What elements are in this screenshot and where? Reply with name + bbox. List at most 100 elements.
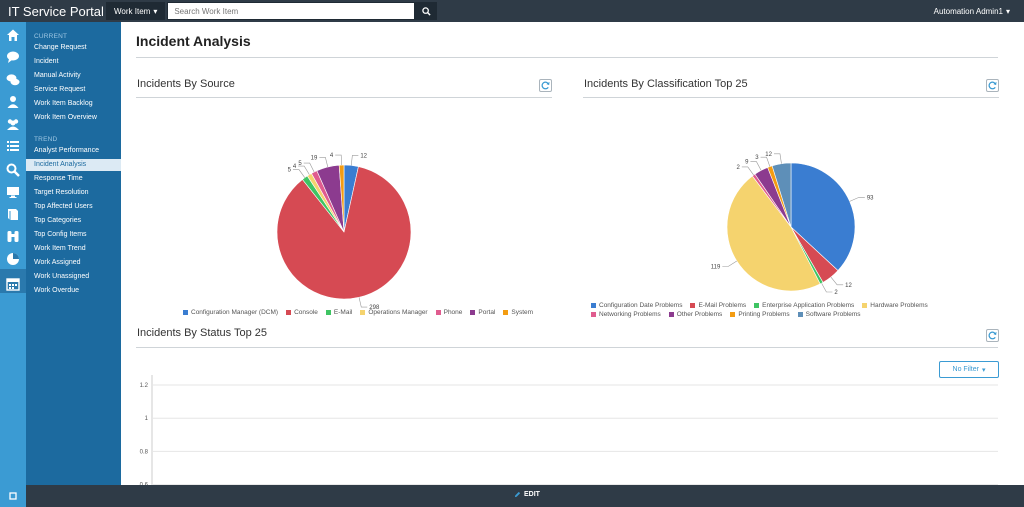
pie1-data-label-2: 2 xyxy=(834,290,838,296)
search-icon[interactable] xyxy=(5,162,21,178)
bottom-bar: EDIT xyxy=(0,485,1024,507)
main-content: Incident Analysis Incidents By Source In… xyxy=(121,22,1024,485)
caret-down-icon: ▾ xyxy=(1005,6,1010,16)
user-icon[interactable] xyxy=(5,94,21,110)
list-icon[interactable] xyxy=(5,138,21,154)
legend0-label-1: Console xyxy=(294,309,318,316)
sidebar-item-analyst-performance[interactable]: Analyst Performance xyxy=(26,145,121,157)
refresh-button-by-status[interactable] xyxy=(986,329,999,342)
legend0-item-6[interactable]: System xyxy=(503,309,533,316)
legend1-swatch-3 xyxy=(862,303,868,308)
refresh-icon xyxy=(988,331,997,340)
legend1-item-3[interactable]: Hardware Problems xyxy=(862,302,928,309)
refresh-icon xyxy=(988,81,997,90)
legend0-item-1[interactable]: Console xyxy=(286,309,318,316)
square-icon xyxy=(9,492,17,500)
panel-title-by-classification: Incidents By Classification Top 25 xyxy=(584,78,748,90)
legend0-item-5[interactable]: Portal xyxy=(470,309,495,316)
status-bar-chart: 0.60.811.2 xyxy=(140,375,998,485)
sidebar-item-top-config-items[interactable]: Top Config Items xyxy=(26,229,121,241)
pie1-data-label-0: 93 xyxy=(867,195,874,201)
panel-title-by-source: Incidents By Source xyxy=(137,78,235,90)
search-button[interactable] xyxy=(415,2,438,20)
legend1-item-0[interactable]: Configuration Date Problems xyxy=(591,302,682,309)
sidebar-item-work-assigned[interactable]: Work Assigned xyxy=(26,257,121,269)
caret-down-icon: ▾ xyxy=(981,366,986,374)
sidebar-item-service-request[interactable]: Service Request xyxy=(26,84,121,96)
legend1-label-5: Other Problems xyxy=(676,311,723,318)
edit-button[interactable]: EDIT xyxy=(514,491,540,498)
home-icon[interactable] xyxy=(5,27,21,43)
comment-icon[interactable] xyxy=(5,49,21,65)
pie1-data-label-3: 119 xyxy=(711,264,721,270)
refresh-button-by-classification[interactable] xyxy=(986,79,999,92)
legend0-label-6: System xyxy=(511,309,534,316)
legend1-item-2[interactable]: Enterprise Application Problems xyxy=(754,302,854,309)
sidebar-item-target-resolution[interactable]: Target Resolution xyxy=(26,187,121,199)
legend1-item-5[interactable]: Other Problems xyxy=(668,311,723,318)
sidebar-item-response-time[interactable]: Response Time xyxy=(26,173,121,185)
panel-toggle-button[interactable] xyxy=(0,485,26,507)
pie1-data-label-1: 12 xyxy=(845,283,852,289)
pie1-label-line-1 xyxy=(830,276,844,286)
pie1-label-line-5 xyxy=(750,161,762,171)
edit-label: EDIT xyxy=(524,491,540,498)
panel-divider-by-source xyxy=(136,97,552,98)
legend0-swatch-2 xyxy=(325,310,331,315)
legend1-swatch-4 xyxy=(591,312,596,317)
legend0-label-5: Portal xyxy=(478,309,496,316)
sidebar-item-incident-analysis[interactable]: Incident Analysis xyxy=(26,159,121,171)
title-divider xyxy=(136,57,998,58)
search-input[interactable] xyxy=(167,2,416,20)
pie1-label-line-0 xyxy=(849,197,865,202)
legend1-item-6[interactable]: Printing Problems xyxy=(730,311,790,318)
legend0-item-3[interactable]: Operations Manager xyxy=(360,309,428,316)
sidebar-item-work-item-overview[interactable]: Work Item Overview xyxy=(26,112,121,124)
page-title: Incident Analysis xyxy=(136,33,251,49)
legend1-label-6: Printing Problems xyxy=(738,311,790,318)
legend0-item-2[interactable]: E-Mail xyxy=(325,309,352,316)
legend0-label-4: Phone xyxy=(443,309,463,316)
refresh-button-by-source[interactable] xyxy=(539,79,552,92)
pie0-data-label-2: 5 xyxy=(288,168,292,174)
sidebar-item-work-item-trend[interactable]: Work Item Trend xyxy=(26,243,121,255)
sidebar-item-incident[interactable]: Incident xyxy=(26,56,121,68)
legend1-swatch-7 xyxy=(797,312,803,317)
pie0-label-line-2 xyxy=(292,169,306,178)
monitor-icon[interactable] xyxy=(5,184,21,200)
sidebar-item-manual-activity[interactable]: Manual Activity xyxy=(26,70,121,82)
pie1-data-label-7: 12 xyxy=(765,152,772,158)
legend0-item-0[interactable]: Configuration Manager (DCM) xyxy=(183,309,278,316)
sidebar-item-top-affected-users[interactable]: Top Affected Users xyxy=(26,201,121,213)
sidebar-item-work-overdue[interactable]: Work Overdue xyxy=(26,285,121,297)
sidebar-item-top-categories[interactable]: Top Categories xyxy=(26,215,121,227)
icon-rail xyxy=(0,22,26,485)
users-icon[interactable] xyxy=(5,116,21,132)
y-tick-label-2: 1 xyxy=(145,416,149,422)
legend-by-classification: Configuration Date Problems E-Mail Proble… xyxy=(591,302,1001,318)
pie0-data-label-0: 12 xyxy=(360,153,367,159)
sidebar-item-work-unassigned[interactable]: Work Unassigned xyxy=(26,271,121,283)
legend0-item-4[interactable]: Phone xyxy=(435,309,463,316)
sidebar-item-work-item-backlog[interactable]: Work Item Backlog xyxy=(26,98,121,110)
legend0-swatch-6 xyxy=(503,310,509,315)
pie1-label-line-7 xyxy=(773,153,782,164)
legend1-item-4[interactable]: Networking Problems xyxy=(591,311,661,318)
legend0-swatch-4 xyxy=(435,310,441,315)
legend1-label-1: E-Mail Problems xyxy=(698,302,747,309)
legend1-swatch-5 xyxy=(668,312,674,317)
user-menu[interactable]: Automation Admin1 ▾ xyxy=(934,0,1010,22)
book-icon[interactable] xyxy=(5,206,21,222)
legend1-item-7[interactable]: Software Problems xyxy=(797,311,861,318)
pie1-data-label-4: 2 xyxy=(736,165,740,171)
work-item-dropdown[interactable]: Work Item ▾ xyxy=(106,2,166,20)
sidebar-item-change-request[interactable]: Change Request xyxy=(26,42,121,54)
comments-icon[interactable] xyxy=(5,72,21,88)
brand-title[interactable]: IT Service Portal xyxy=(0,4,104,19)
binoculars-icon[interactable] xyxy=(5,228,21,244)
calendar-icon[interactable] xyxy=(5,276,21,292)
pie-chart-icon[interactable] xyxy=(5,251,21,267)
pie-charts: 1229854519 49312211929312 xyxy=(276,152,874,311)
user-name: Automation Admin1 xyxy=(933,6,1003,16)
legend1-item-1[interactable]: E-Mail Problems xyxy=(690,302,746,309)
